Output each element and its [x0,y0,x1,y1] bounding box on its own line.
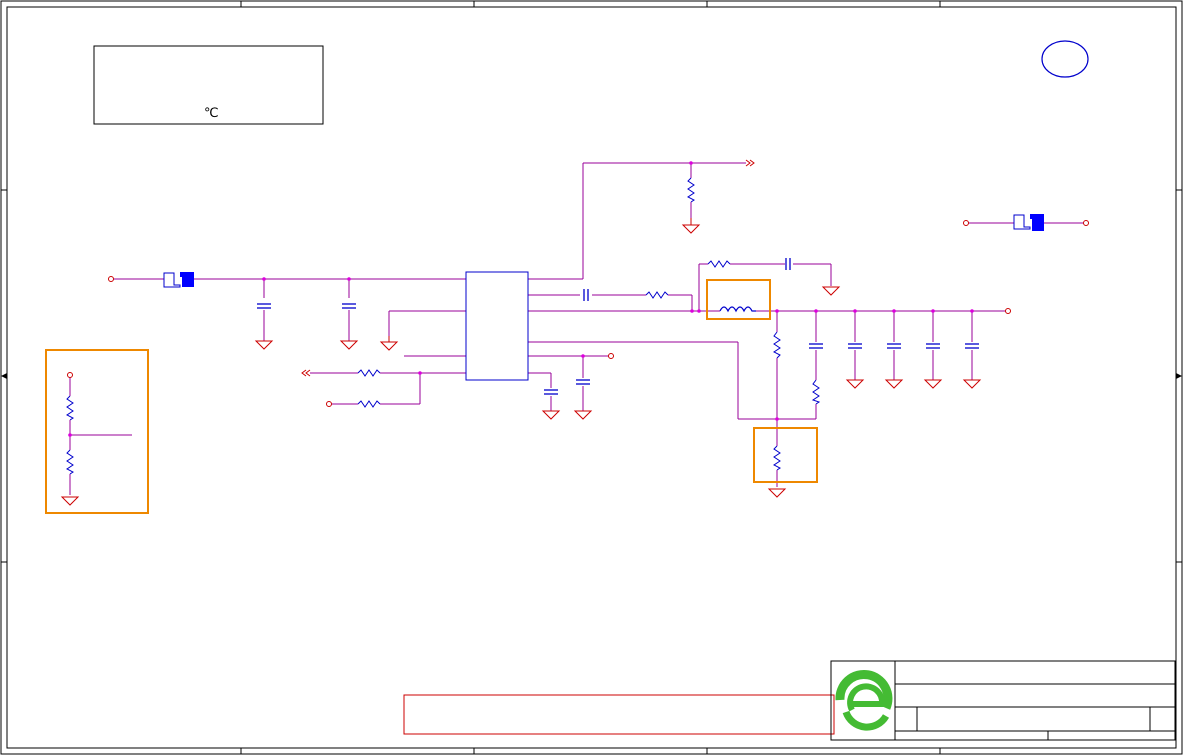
highlight-divider [45,349,149,514]
terminal-pg [608,353,614,359]
ground-icon [821,286,841,296]
warning-box [403,694,835,735]
junctions [68,161,974,437]
inductor-l1 [719,306,756,313]
resistor-r3 [707,260,731,268]
grounds [60,218,982,506]
ground-icon [884,379,904,389]
capacitor-c4 [785,258,791,270]
terminal-en [326,401,332,407]
resistor-r5 [357,400,381,408]
capacitor-c5 [544,389,558,395]
capacitors [257,258,979,395]
ground-icon [573,410,593,420]
wires [69,162,1086,495]
schematic-sheet [0,0,1183,755]
highlight-bottom-resistor [753,427,818,483]
connector-icon [163,272,194,288]
e-logo-icon [835,670,893,731]
connector-icon [1013,214,1044,231]
ground-icon [541,410,561,420]
temperature-unit-label: ℃ [204,106,219,121]
revision-circle-icon [1041,40,1089,78]
sheet-center-arrows [1,373,1182,379]
ground-icon [60,496,80,506]
highlight-boxes [45,279,818,514]
terminal-vout [1005,308,1011,314]
ground-icon [379,336,399,351]
ground-icon [681,218,701,234]
terminal-divider-top [67,372,73,378]
terminal-right-a [963,220,969,226]
offpage-arrow-right [745,159,751,167]
resistor-r1 [687,177,695,203]
capacitor-c10 [926,343,940,349]
offpage-arrow-left [305,369,311,377]
terminal-right-b [1083,220,1089,226]
ground-icon [767,488,787,498]
capacitor-c3 [583,289,589,301]
ground-icon [339,340,359,350]
capacitor-c9 [887,343,901,349]
capacitor-c7 [809,343,823,349]
capacitor-c1 [257,303,271,309]
resistor-r6 [773,331,781,359]
ground-icon [254,340,274,350]
ground-icon [962,379,982,389]
highlight-inductor [706,279,771,320]
capacitor-c2 [342,303,356,309]
resistors [66,177,821,475]
capacitor-c11 [965,343,979,349]
ic-regulator [465,271,529,381]
resistor-r4 [357,369,381,377]
ground-icon [923,379,943,389]
resistor-r8 [773,445,781,471]
capacitor-c8 [848,343,862,349]
ground-icon [845,379,865,389]
terminals [67,220,1089,407]
resistor-r10 [66,449,74,475]
resistor-r2 [645,291,669,299]
capacitor-c6 [576,379,590,385]
terminal-vin [108,276,114,282]
resistor-r7 [811,379,821,405]
sheet-frame [0,0,1183,755]
resistor-r9 [66,395,74,421]
